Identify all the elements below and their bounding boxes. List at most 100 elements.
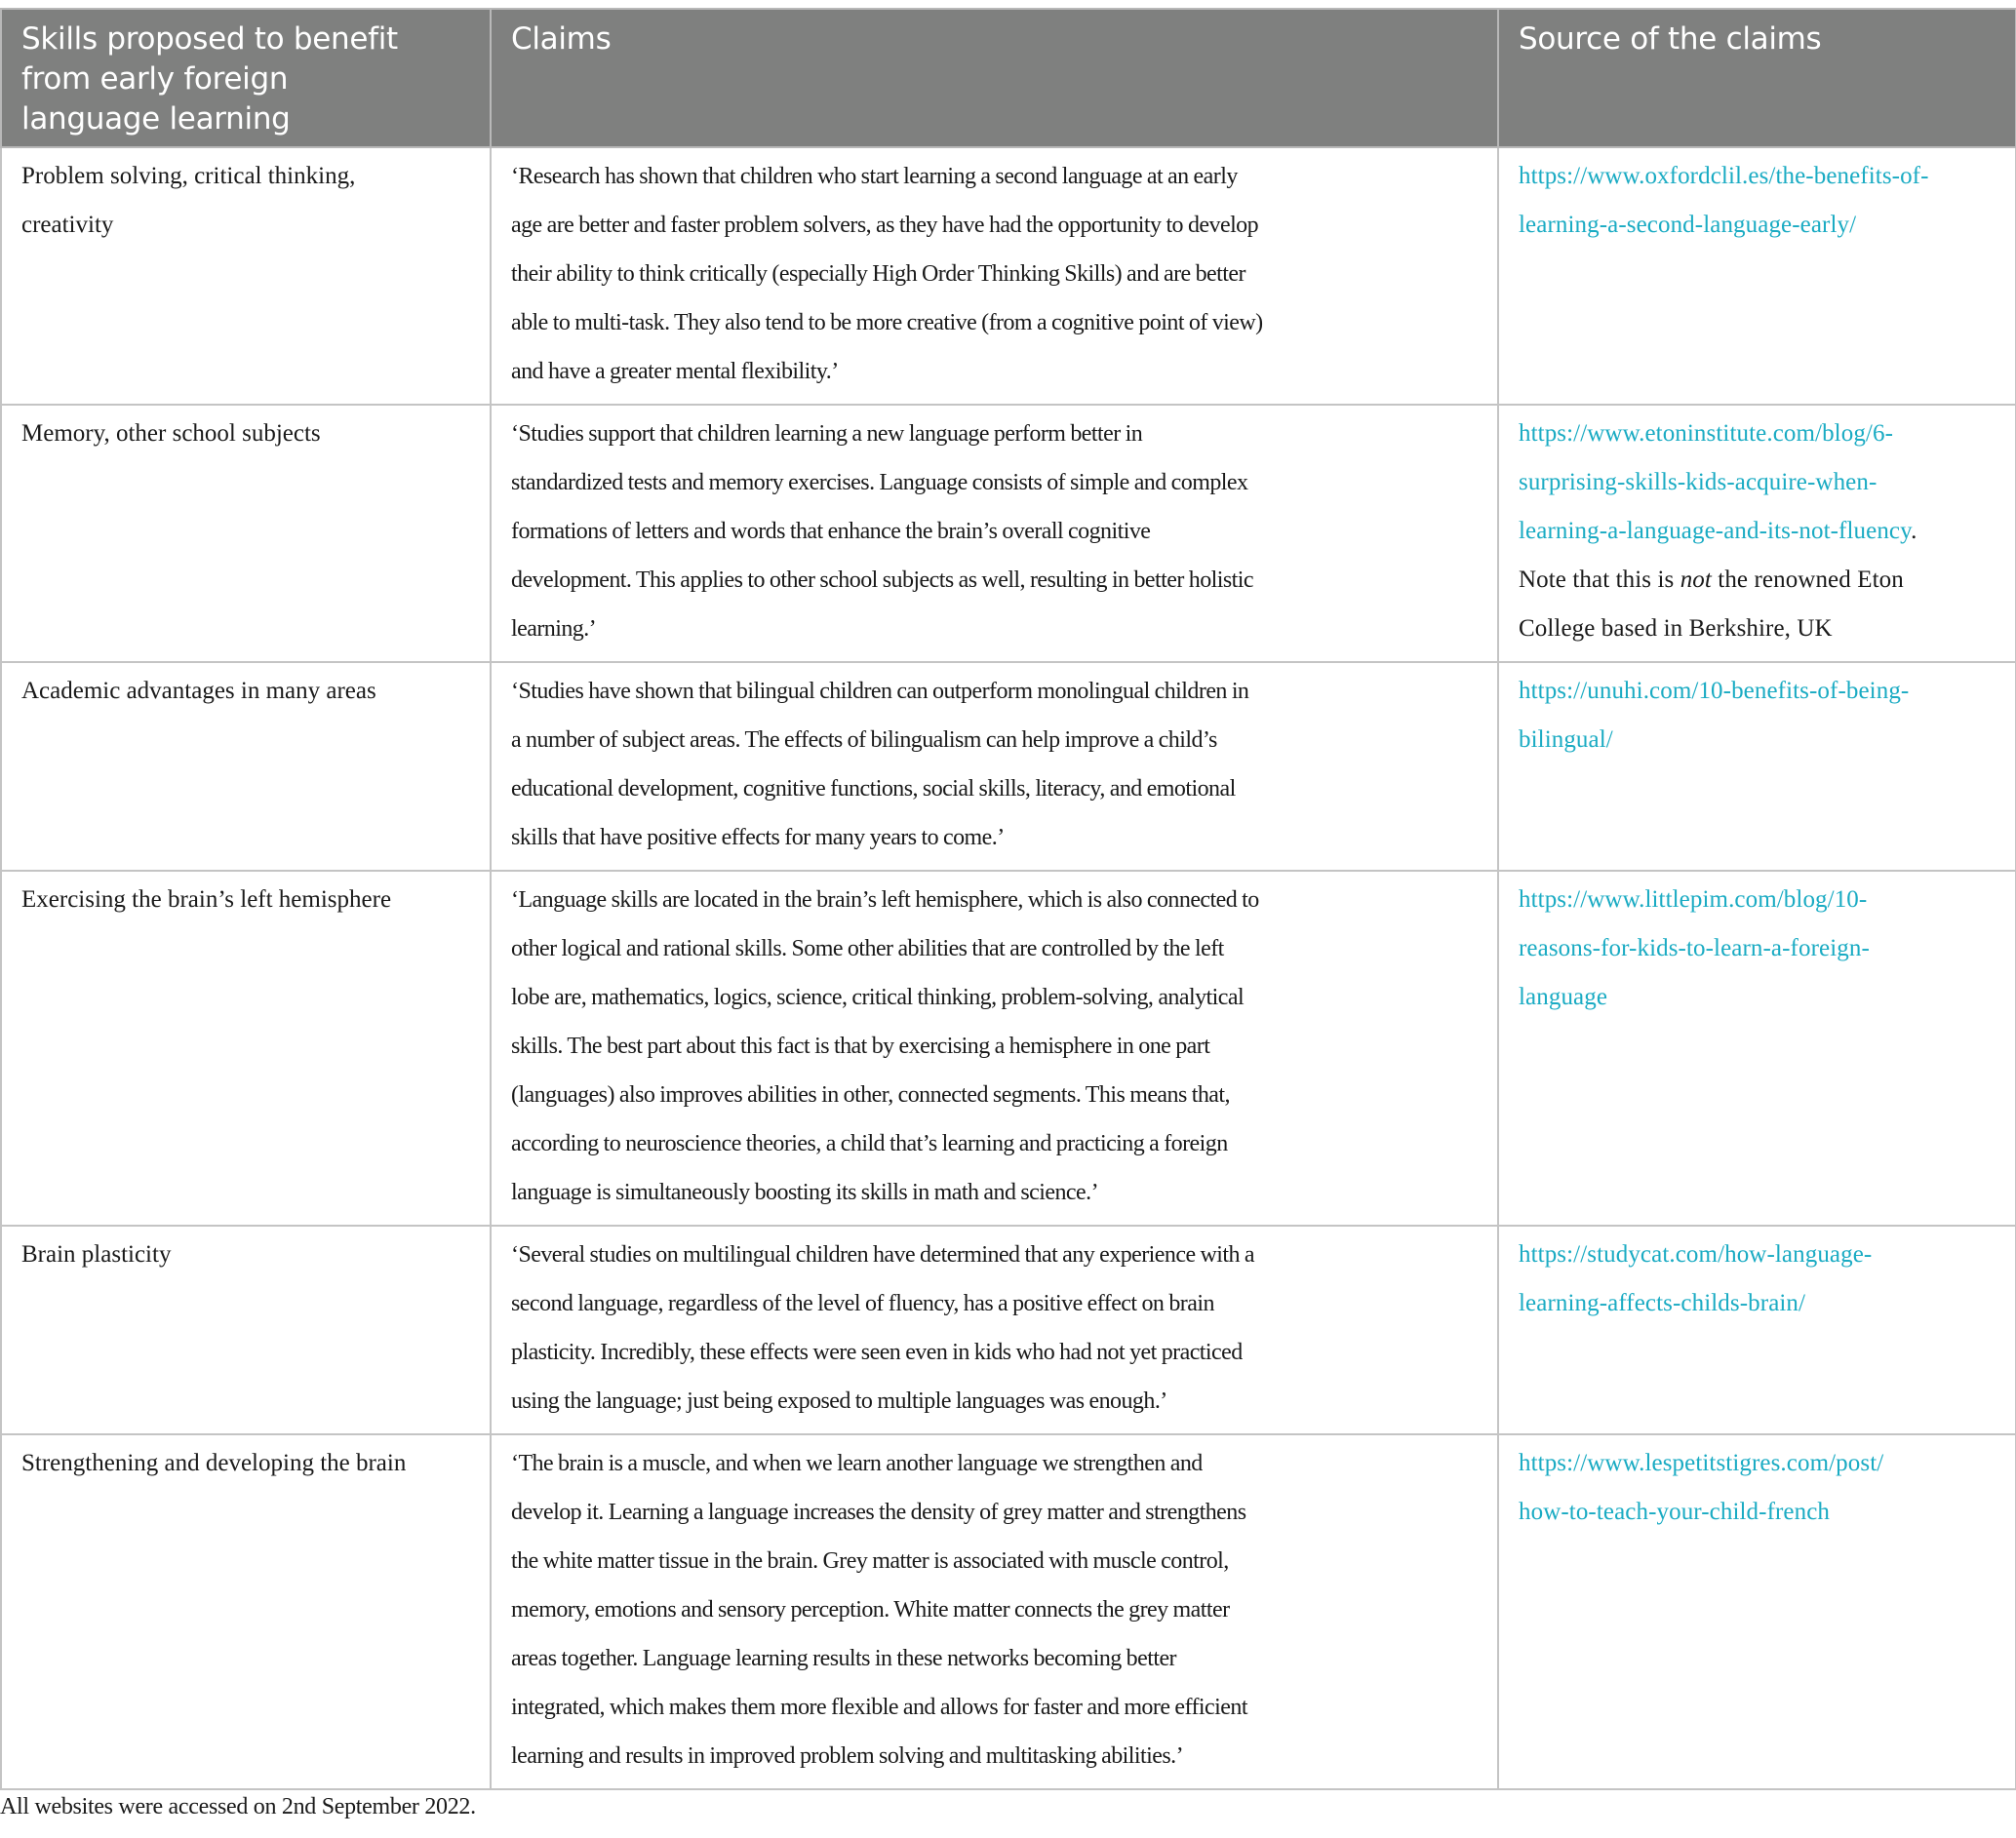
header-source: Source of the claims: [1497, 8, 2016, 148]
skill-cell: Problem solving, critical thinking, creat…: [0, 146, 492, 406]
skill-cell: Memory, other school subjects: [0, 404, 492, 663]
table-row: Problem solving, critical thinking, creat…: [0, 146, 2016, 406]
claim-text: ‘The brain is a muscle, and when we lear…: [511, 1451, 1203, 1476]
skill-text: Strengthening and developing the brain: [21, 1450, 407, 1476]
claim-cell: ‘Language skills are located in the brai…: [490, 870, 1499, 1227]
source-note-text: the renowned Eton: [1711, 567, 1904, 593]
source-link[interactable]: https://www.etoninstitute.com/blog/6-: [1519, 420, 1893, 447]
source-line: https://unuhi.com/10-benefits-of-being-: [1519, 667, 1997, 716]
source-line: https://studycat.com/how-language-: [1519, 1231, 1997, 1279]
claim-text: the white matter tissue in the brain. Gr…: [511, 1548, 1229, 1574]
claim-text: age are better and faster problem solver…: [511, 213, 1259, 238]
header-skills: Skills proposed to benefit from early fo…: [0, 8, 492, 148]
skill-text: creativity: [21, 212, 114, 238]
source-link[interactable]: reasons-for-kids-to-learn-a-foreign-: [1519, 935, 1870, 961]
source-link[interactable]: learning-affects-childs-brain/: [1519, 1290, 1805, 1316]
claim-text: ‘Studies have shown that bilingual child…: [511, 679, 1249, 704]
claim-text: and have a greater mental flexibility.’: [511, 359, 839, 384]
claim-text: educational development, cognitive funct…: [511, 776, 1236, 802]
source-line: how-to-teach-your-child-french: [1519, 1488, 1997, 1537]
claim-cell: ‘Studies support that children learning …: [490, 404, 1499, 663]
claim-text: ‘Research has shown that children who st…: [511, 164, 1238, 189]
claim-text: lobe are, mathematics, logics, science, …: [511, 985, 1245, 1010]
source-link[interactable]: learning-a-language-and-its-not-fluency: [1519, 518, 1911, 544]
claim-text: formations of letters and words that enh…: [511, 519, 1151, 544]
claim-text: able to multi-task. They also tend to be…: [511, 310, 1263, 335]
source-note-emphasis: not: [1680, 567, 1712, 593]
source-link[interactable]: bilingual/: [1519, 726, 1613, 753]
table-row: Memory, other school subjects ‘Studies su…: [0, 404, 2016, 663]
source-link[interactable]: https://www.oxfordclil.es/the-benefits-o…: [1519, 163, 1929, 189]
claim-text: memory, emotions and sensory perception.…: [511, 1597, 1230, 1623]
skill-text: Brain plasticity: [21, 1241, 172, 1268]
claim-text: learning.’: [511, 616, 597, 642]
claim-text: skills that have positive effects for ma…: [511, 825, 1005, 850]
claim-cell: ‘The brain is a muscle, and when we lear…: [490, 1433, 1499, 1790]
skill-text: Problem solving, critical thinking,: [21, 163, 356, 189]
source-link[interactable]: surprising-skills-kids-acquire-when-: [1519, 469, 1877, 495]
claim-text: ‘Studies support that children learning …: [511, 421, 1143, 447]
claim-cell: ‘Research has shown that children who st…: [490, 146, 1499, 406]
source-link[interactable]: learning-a-second-language-early/: [1519, 212, 1856, 238]
source-line: https://www.lespetitstigres.com/post/: [1519, 1439, 1997, 1488]
table-row: Academic advantages in many areas ‘Studie…: [0, 661, 2016, 872]
claim-text: plasticity. Incredibly, these effects we…: [511, 1340, 1243, 1365]
source-cell: https://www.littlepim.com/blog/10- reason…: [1497, 870, 2016, 1227]
header-claims: Claims: [490, 8, 1499, 148]
claim-text: standardized tests and memory exercises.…: [511, 470, 1248, 495]
source-line: learning-a-language-and-its-not-fluency.: [1519, 507, 1997, 556]
claim-text: learning and results in improved problem…: [511, 1743, 1184, 1769]
claims-table: Skills proposed to benefit from early fo…: [0, 8, 2016, 1790]
source-note: Note that this is not the renowned Eton: [1519, 556, 1997, 605]
source-cell: https://studycat.com/how-language-learni…: [1497, 1225, 2016, 1435]
table-row: Strengthening and developing the brain ‘T…: [0, 1433, 2016, 1790]
claim-text: other logical and rational skills. Some …: [511, 936, 1224, 961]
skill-text: Exercising the brain’s left hemisphere: [21, 886, 392, 913]
table-footnote: All websites were accessed on 2nd Septem…: [0, 1794, 476, 1819]
table-row: Exercising the brain’s left hemisphere ‘L…: [0, 870, 2016, 1227]
skill-cell: Strengthening and developing the brain: [0, 1433, 492, 1790]
source-line: language: [1519, 973, 1997, 1022]
claim-text: ‘Several studies on multilingual childre…: [511, 1242, 1255, 1268]
source-line: https://www.oxfordclil.es/the-benefits-o…: [1519, 152, 1997, 201]
skill-cell: Brain plasticity: [0, 1225, 492, 1435]
source-link[interactable]: https://www.littlepim.com/blog/10-: [1519, 886, 1867, 913]
claim-text: language is simultaneously boosting its …: [511, 1180, 1099, 1205]
source-link-suffix: .: [1911, 518, 1917, 544]
source-line: learning-affects-childs-brain/: [1519, 1279, 1997, 1328]
source-line: surprising-skills-kids-acquire-when-: [1519, 458, 1997, 507]
source-cell: https://www.lespetitstigres.com/post/how…: [1497, 1433, 2016, 1790]
claim-text: ‘Language skills are located in the brai…: [511, 887, 1259, 913]
source-link[interactable]: how-to-teach-your-child-french: [1519, 1499, 1830, 1525]
source-note-text: Note that this is: [1519, 567, 1680, 593]
skill-text: Memory, other school subjects: [21, 420, 321, 447]
claim-text: according to neuroscience theories, a ch…: [511, 1131, 1228, 1156]
skill-cell: Exercising the brain’s left hemisphere: [0, 870, 492, 1227]
source-link[interactable]: https://studycat.com/how-language-: [1519, 1241, 1872, 1268]
source-line: https://www.etoninstitute.com/blog/6-: [1519, 410, 1997, 458]
source-line: reasons-for-kids-to-learn-a-foreign-: [1519, 924, 1997, 973]
source-note-text: College based in Berkshire, UK: [1519, 615, 1833, 642]
skill-text: Academic advantages in many areas: [21, 678, 376, 704]
source-cell: https://www.etoninstitute.com/blog/6- sur…: [1497, 404, 2016, 663]
claim-text: second language, regardless of the level…: [511, 1291, 1214, 1316]
claim-text: development. This applies to other schoo…: [511, 567, 1254, 593]
claim-text: (languages) also improves abilities in o…: [511, 1082, 1231, 1108]
source-link[interactable]: https://unuhi.com/10-benefits-of-being-: [1519, 678, 1909, 704]
claim-text: areas together. Language learning result…: [511, 1646, 1177, 1671]
claim-text: using the language; just being exposed t…: [511, 1388, 1167, 1414]
source-link[interactable]: https://www.lespetitstigres.com/post/: [1519, 1450, 1883, 1476]
source-line: learning-a-second-language-early/: [1519, 201, 1997, 250]
claim-cell: ‘Studies have shown that bilingual child…: [490, 661, 1499, 872]
claim-text: their ability to think critically (espec…: [511, 261, 1246, 287]
claim-text: skills. The best part about this fact is…: [511, 1034, 1210, 1059]
claim-text: develop it. Learning a language increase…: [511, 1500, 1246, 1525]
source-line: bilingual/: [1519, 716, 1997, 764]
source-line: https://www.littlepim.com/blog/10-: [1519, 876, 1997, 924]
claim-cell: ‘Several studies on multilingual childre…: [490, 1225, 1499, 1435]
table-header-row: Skills proposed to benefit from early fo…: [0, 8, 2016, 148]
claim-text: a number of subject areas. The effects o…: [511, 727, 1217, 753]
claim-text: integrated, which makes them more flexib…: [511, 1695, 1248, 1720]
table-row: Brain plasticity ‘Several studies on mult…: [0, 1225, 2016, 1435]
source-link[interactable]: language: [1519, 984, 1607, 1010]
